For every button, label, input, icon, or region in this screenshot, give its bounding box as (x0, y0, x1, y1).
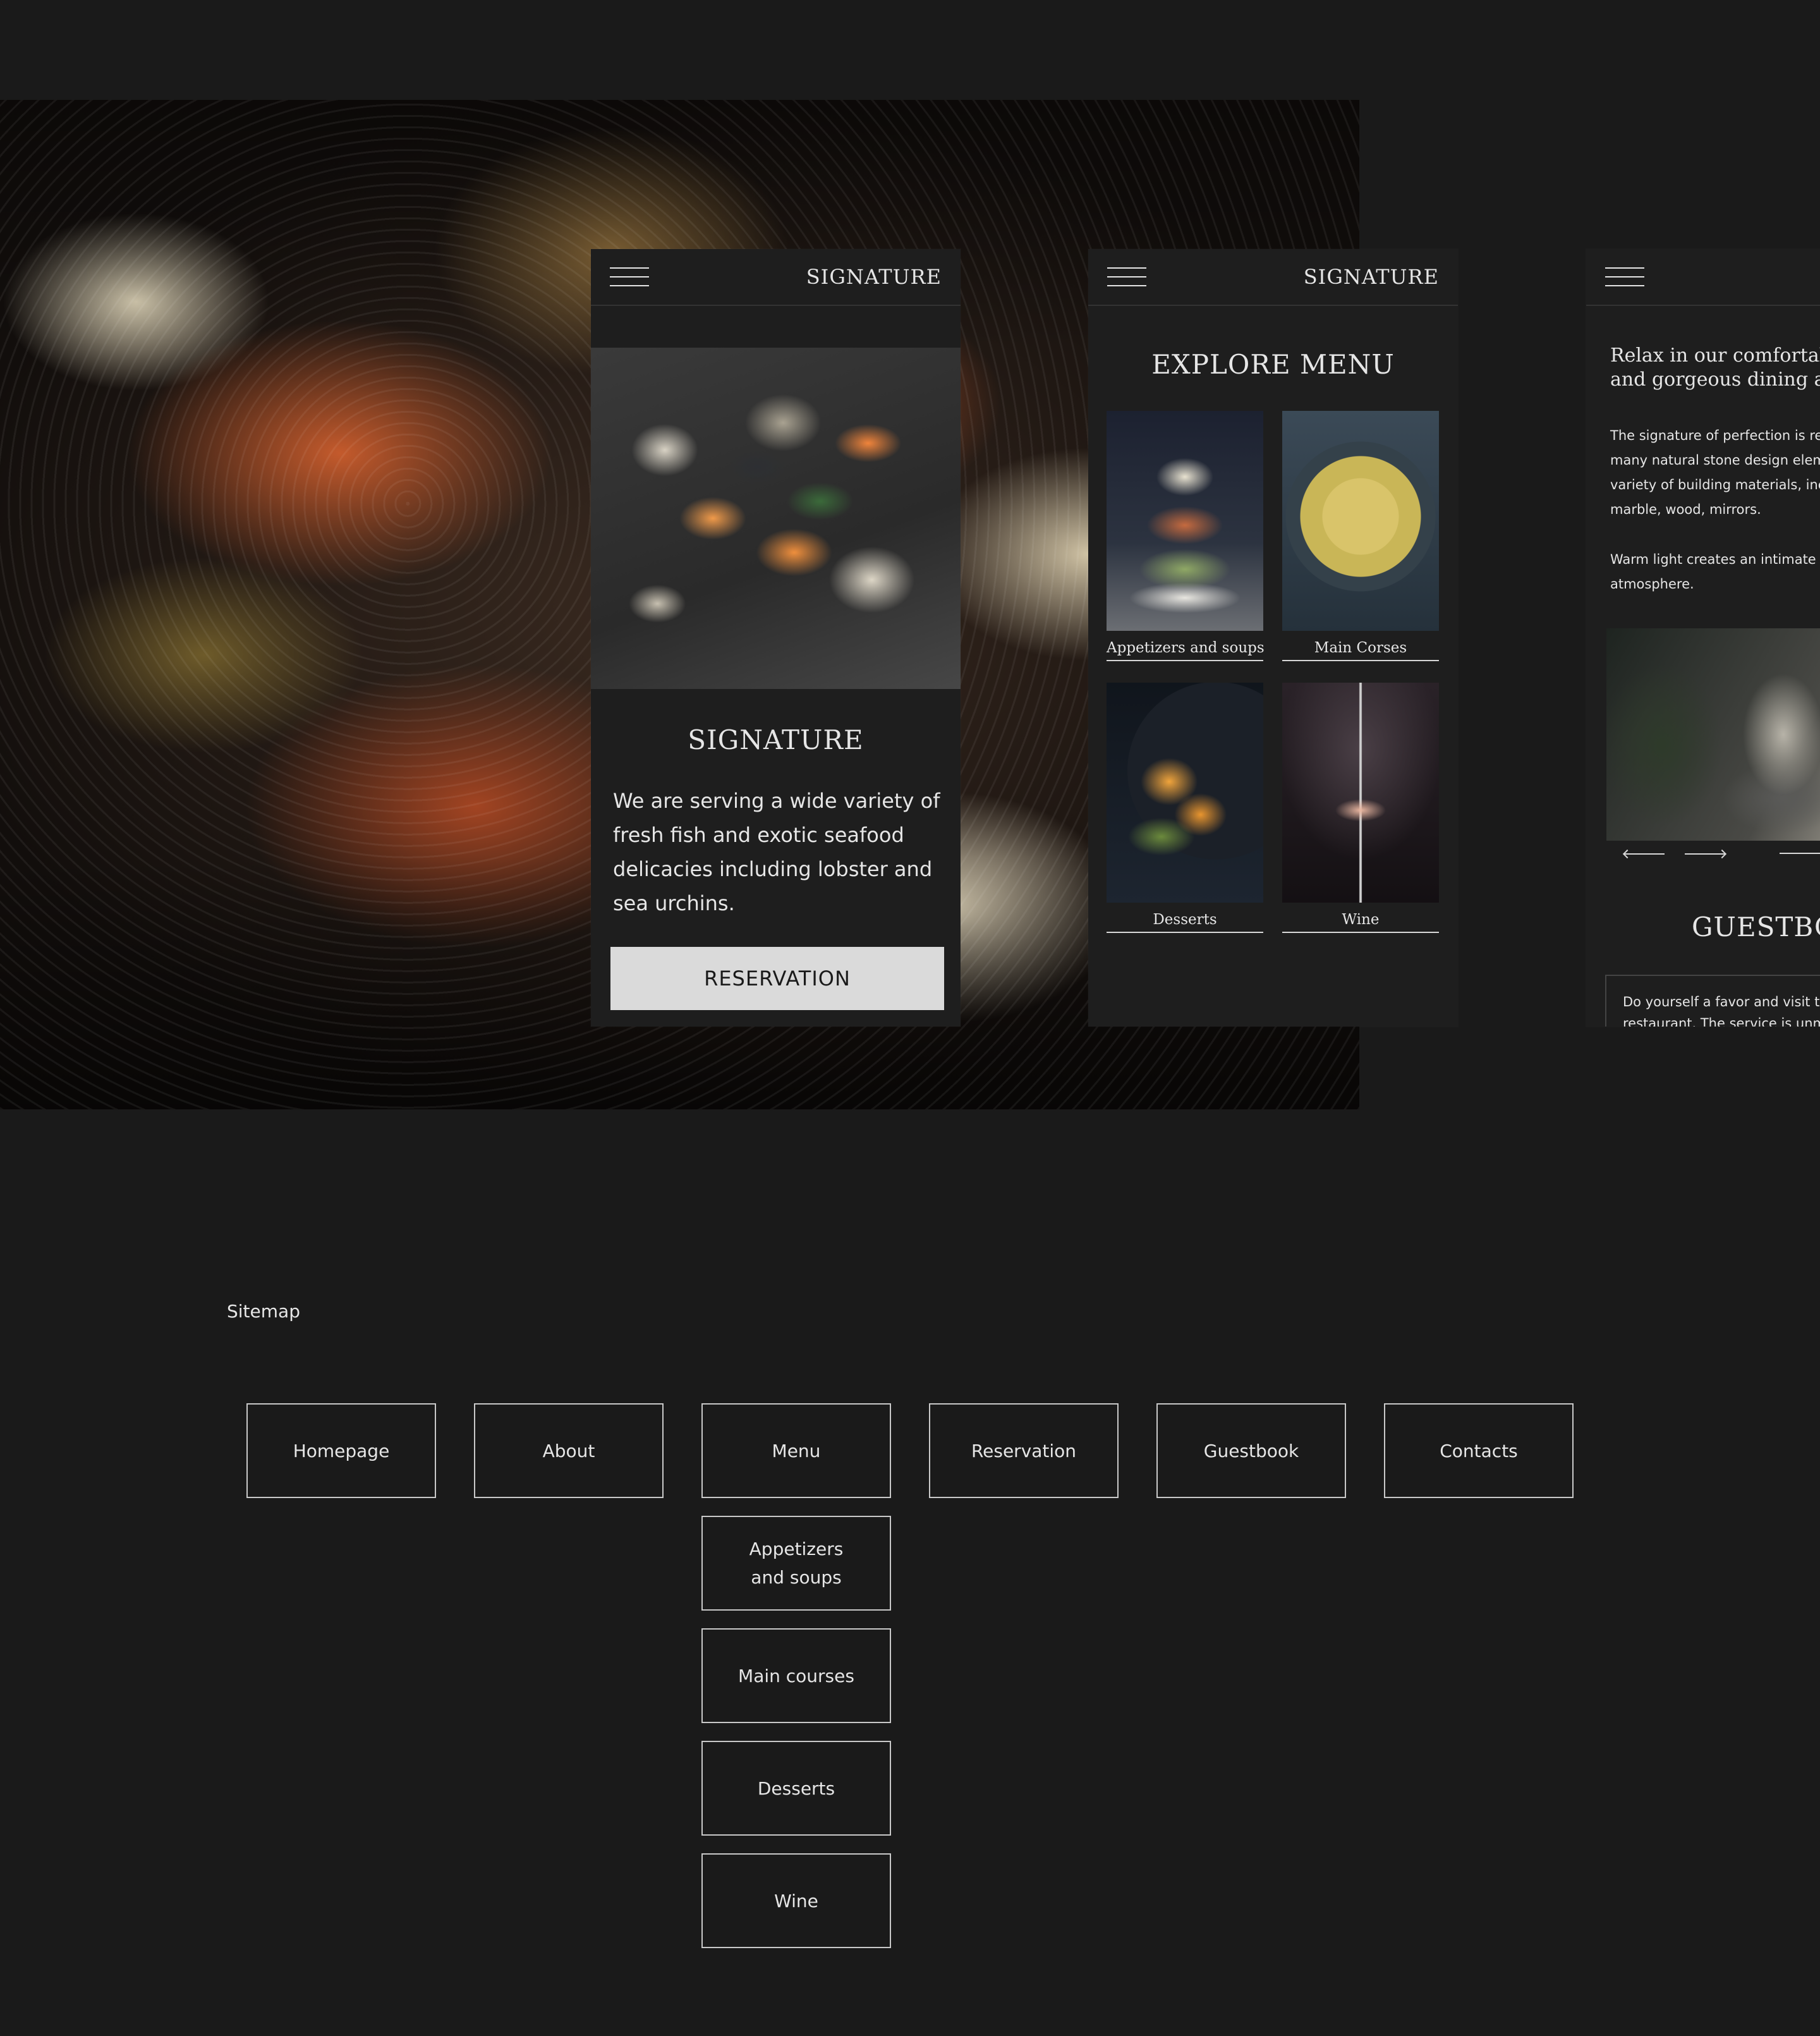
phone-menu-screen: SIGNATURE EXPLORE MENU Appetizers and so… (1088, 249, 1458, 1027)
slider-controls (1624, 850, 1725, 858)
explore-menu-title: EXPLORE MENU (1151, 349, 1395, 380)
menu-tile-desserts[interactable]: Desserts (1107, 683, 1263, 933)
about-text-line: variety of building materials, inc (1610, 477, 1820, 492)
menu-tile-appetizers[interactable]: Appetizers and soups (1107, 411, 1265, 661)
menu-tile-wine[interactable]: Wine (1282, 683, 1439, 933)
dessert-image (1107, 683, 1263, 903)
hamburger-icon[interactable] (1605, 267, 1644, 286)
sitemap-contacts[interactable]: Contacts (1384, 1403, 1574, 1498)
seafood-platter-image (591, 348, 961, 689)
sitemap-menu[interactable]: Menu (701, 1403, 891, 1498)
slider-indicator (1780, 853, 1820, 854)
sitemap-reservation[interactable]: Reservation (929, 1403, 1119, 1498)
hamburger-icon[interactable] (1107, 267, 1146, 286)
phone-header (1586, 249, 1820, 306)
main-course-image (1282, 411, 1439, 631)
sitemap-desserts[interactable]: Desserts (701, 1741, 891, 1836)
menu-tile-main-courses[interactable]: Main Corses (1282, 411, 1439, 661)
about-lead-line: and gorgeous dining a (1610, 369, 1820, 391)
about-paragraph: The signature of perfection is re many n… (1610, 424, 1820, 522)
about-text-line: Warm light creates an intimate (1610, 552, 1816, 567)
about-text-line: many natural stone design elem (1610, 453, 1820, 468)
phone-home-screen: SIGNATURE SIGNATURE We are serving a wid… (591, 249, 961, 1027)
phone-header: SIGNATURE (1088, 249, 1458, 306)
sitemap-wine[interactable]: Wine (701, 1853, 891, 1948)
section-title: SIGNATURE (688, 724, 864, 755)
sitemap-title: Sitemap (227, 1301, 300, 1322)
sitemap-homepage[interactable]: Homepage (246, 1403, 436, 1498)
about-paragraph: Warm light creates an intimate atmospher… (1610, 547, 1820, 597)
appetizer-image (1107, 411, 1263, 631)
about-lead-line: Relax in our comfortab (1610, 344, 1820, 367)
review-text-line: restaurant. The service is unm (1623, 1016, 1820, 1027)
wine-image (1282, 683, 1439, 903)
brand-logo[interactable]: SIGNATURE (806, 265, 942, 289)
reservation-button[interactable]: RESERVATION (610, 947, 944, 1010)
sitemap-main-courses[interactable]: Main courses (701, 1628, 891, 1723)
menu-tile-label: Appetizers and soups (1107, 640, 1265, 661)
arrow-left-icon[interactable] (1624, 850, 1665, 858)
about-lead: Relax in our comfortab and gorgeous dini… (1610, 344, 1820, 392)
sitemap-about[interactable]: About (474, 1403, 664, 1498)
about-text-line: atmosphere. (1610, 576, 1694, 592)
review-text-line: Do yourself a favor and visit t (1623, 994, 1820, 1009)
sitemap-appetizers[interactable]: Appetizers and soups (701, 1516, 891, 1611)
arrow-right-icon[interactable] (1685, 850, 1725, 858)
brand-logo[interactable]: SIGNATURE (1304, 265, 1439, 289)
menu-tile-label: Wine (1282, 911, 1439, 933)
hamburger-icon[interactable] (610, 267, 649, 286)
page: SIGNATURE SIGNATURE We are serving a wid… (0, 0, 1820, 2036)
dining-room-image (1606, 628, 1820, 841)
about-text-line: The signature of perfection is re (1610, 428, 1820, 443)
about-text-line: marble, wood, mirrors. (1610, 502, 1761, 517)
menu-tile-label: Desserts (1107, 911, 1263, 933)
phone-about-screen: Relax in our comfortab and gorgeous dini… (1586, 249, 1820, 1027)
guestbook-review: Do yourself a favor and visit t restaura… (1605, 975, 1820, 1027)
sitemap-guestbook[interactable]: Guestbook (1156, 1403, 1346, 1498)
intro-text: We are serving a wide variety of fresh f… (613, 789, 940, 915)
phone-header: SIGNATURE (591, 249, 961, 306)
guestbook-title: GUESTBOO (1692, 911, 1820, 942)
menu-tile-label: Main Corses (1282, 640, 1439, 661)
